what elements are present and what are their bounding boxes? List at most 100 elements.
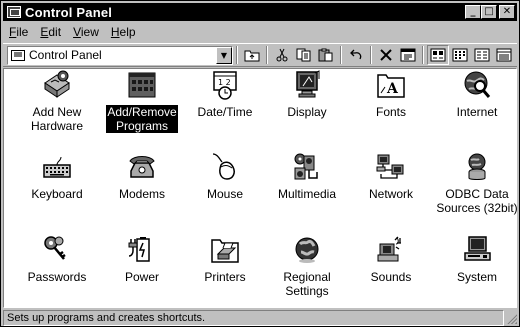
- details-view-icon: [496, 48, 512, 62]
- properties-icon: [400, 48, 416, 62]
- cut-button[interactable]: [271, 45, 293, 65]
- item-label: Add New Hardware: [30, 105, 84, 133]
- delete-button[interactable]: [375, 45, 397, 65]
- item-label: Printers: [204, 270, 246, 284]
- item-mouse[interactable]: Mouse: [182, 151, 268, 201]
- copy-icon: [296, 48, 311, 62]
- paste-button[interactable]: [315, 45, 337, 65]
- database-icon: [460, 151, 494, 183]
- item-label: Power: [124, 270, 159, 284]
- menu-view-rest: iew: [80, 24, 99, 39]
- item-date-time[interactable]: 1 2 Date/Time: [182, 69, 268, 119]
- item-passwords[interactable]: Passwords: [14, 234, 100, 284]
- item-label: Regional Settings: [283, 270, 331, 298]
- item-label: Date/Time: [197, 105, 253, 119]
- item-add-new-hardware[interactable]: Add New Hardware: [14, 69, 100, 133]
- properties-button[interactable]: [397, 45, 419, 65]
- multimedia-icon: [290, 151, 324, 183]
- item-multimedia[interactable]: Multimedia: [264, 151, 350, 201]
- item-label: Fonts: [375, 105, 406, 119]
- item-modems[interactable]: Modems: [99, 151, 185, 201]
- item-system[interactable]: System: [434, 234, 520, 284]
- item-label: Sounds: [370, 270, 412, 284]
- mouse-icon: [208, 151, 242, 183]
- item-label: System: [456, 270, 497, 284]
- calendar-clock-icon: 1 2: [208, 69, 242, 101]
- menu-edit-rest: dit: [48, 24, 62, 39]
- list-view-button[interactable]: [471, 45, 493, 65]
- item-label: Keyboard: [31, 187, 83, 201]
- item-label: Modems: [118, 187, 165, 201]
- earth-icon: [290, 234, 324, 266]
- item-regional-settings[interactable]: Regional Settings: [264, 234, 350, 298]
- small-icons-view-icon: [452, 48, 468, 62]
- menu-help[interactable]: Help: [105, 25, 142, 39]
- item-display[interactable]: Display: [264, 69, 350, 119]
- svg-text:1 2: 1 2: [218, 78, 231, 87]
- title-bar[interactable]: Control Panel _ □ ✕: [3, 3, 517, 21]
- item-add-remove-programs[interactable]: Add/Remove Programs: [99, 69, 185, 134]
- toolbar-separator: [266, 46, 268, 64]
- large-icons-view-button[interactable]: [427, 45, 449, 65]
- toolbar-separator: [422, 46, 424, 64]
- item-fonts[interactable]: A Fonts: [348, 69, 434, 119]
- details-view-button[interactable]: [493, 45, 515, 65]
- list-view-icon: [474, 48, 490, 62]
- large-icons-view-icon: [430, 48, 446, 62]
- close-button[interactable]: ✕: [499, 5, 515, 19]
- toolbar-separator: [370, 46, 372, 64]
- undo-icon: [350, 49, 362, 60]
- globe-magnifier-icon: [460, 69, 494, 101]
- toolbar-separator: [236, 46, 238, 64]
- item-label: Multimedia: [277, 187, 337, 201]
- menu-file[interactable]: File: [3, 25, 34, 39]
- computer-icon: [460, 234, 494, 266]
- item-keyboard[interactable]: Keyboard: [14, 151, 100, 201]
- fonts-folder-icon: A: [374, 69, 408, 101]
- item-label: Display: [287, 105, 327, 119]
- programs-icon: [125, 69, 159, 101]
- item-odbc-data-sources[interactable]: ODBC Data Sources (32bit): [434, 151, 520, 215]
- item-label: ODBC Data Sources (32bit): [436, 187, 518, 215]
- item-sounds[interactable]: Sounds: [348, 234, 434, 284]
- address-combo[interactable]: Control Panel ▼: [7, 45, 233, 65]
- item-label: Network: [368, 187, 413, 201]
- cut-icon: [276, 48, 288, 62]
- items-pane: Add New Hardware Add/Remove Programs 1 2 D…: [3, 68, 520, 308]
- status-bar: Sets up programs and creates shortcuts.: [3, 310, 517, 326]
- menu-edit[interactable]: Edit: [34, 25, 67, 39]
- keys-icon: [40, 234, 74, 266]
- minimize-button[interactable]: _: [465, 5, 481, 19]
- keyboard-icon: [40, 151, 74, 183]
- item-label: Mouse: [206, 187, 244, 201]
- item-label: Passwords: [27, 270, 87, 284]
- control-panel-small-icon: [11, 49, 25, 61]
- menu-bar: File Edit View Help: [3, 22, 142, 41]
- item-power[interactable]: Power: [99, 234, 185, 284]
- resize-grip[interactable]: [505, 312, 517, 324]
- toolbar-separator: [340, 46, 342, 64]
- paste-icon: [318, 48, 333, 62]
- control-panel-window: Control Panel _ □ ✕ File Edit View Help …: [0, 0, 520, 327]
- address-text: Control Panel: [29, 48, 102, 62]
- maximize-button[interactable]: □: [481, 5, 497, 19]
- item-label: Internet: [456, 105, 498, 119]
- svg-text:A: A: [386, 81, 399, 97]
- toolbar: Control Panel ▼: [3, 43, 517, 67]
- item-label: Add/Remove Programs: [105, 104, 179, 134]
- item-network[interactable]: Network: [348, 151, 434, 201]
- network-icon: [374, 151, 408, 183]
- menu-help-rest: elp: [119, 24, 136, 39]
- monitor-icon: [290, 69, 324, 101]
- copy-button[interactable]: [293, 45, 315, 65]
- up-folder-button[interactable]: [241, 45, 263, 65]
- control-panel-icon: [7, 6, 21, 18]
- small-icons-view-button[interactable]: [449, 45, 471, 65]
- window-controls: _ □ ✕: [465, 5, 515, 19]
- undo-button[interactable]: [345, 45, 367, 65]
- status-text: Sets up programs and creates shortcuts.: [3, 310, 505, 326]
- chevron-down-icon[interactable]: ▼: [216, 46, 232, 64]
- menu-view[interactable]: View: [67, 25, 105, 39]
- item-printers[interactable]: Printers: [182, 234, 268, 284]
- item-internet[interactable]: Internet: [434, 69, 520, 119]
